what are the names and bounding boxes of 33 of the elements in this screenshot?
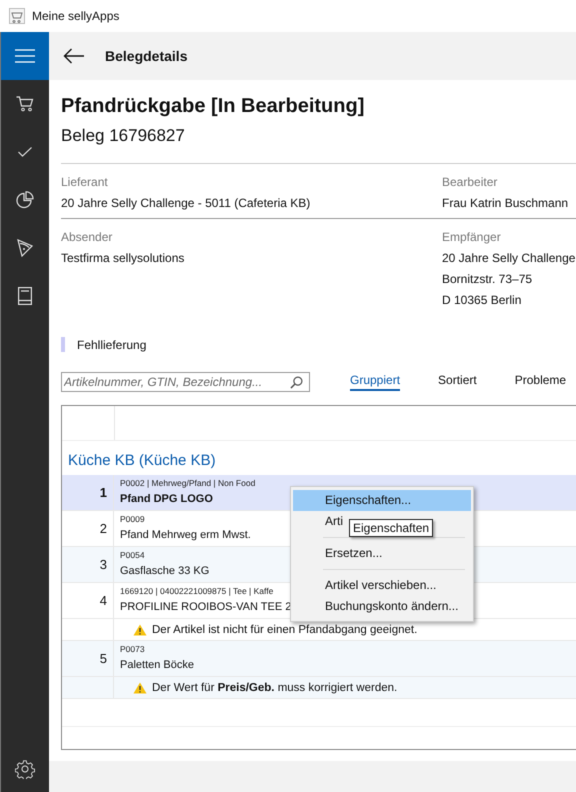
article-name: Paletten Böcke [120,658,194,673]
warning-text: Der Wert für Preis/Geb. muss korrigiert werden. [152,682,398,694]
field-label: Bearbeiter [442,174,498,190]
document-number: Beleg 16796827 [61,125,186,147]
row-number: 5 [62,641,114,676]
article-meta: 1669120 | 04002221009875 | Tee | Kaffe [120,585,274,598]
document-title: Pfandrückgabe [In Bearbeitung] [61,94,366,118]
field-label: Empfänger [442,229,502,245]
field-value: Bornitzstr. 73–75 [442,271,534,288]
tag-label: Fehllieferung [77,338,146,352]
row-number: 2 [62,511,114,546]
field-value: Frau Katrin Buschmann [442,195,570,212]
article-name: Pfand Mehrweg erm Mwst. [120,528,251,543]
article-meta: P0054 [120,549,146,562]
group-title: Küche KB (Küche KB) [67,451,217,471]
article-meta: P0073 [120,643,146,656]
warning-text: Der Artikel ist nicht für einen Pfandabgang geeignet. [152,624,418,636]
article-name: Gasflasche 33 KG [120,564,210,579]
page-title: Belegdetails [105,48,188,64]
field-value: 20 Jahre Selly Challenge - 5011 (Cafeteria KB) [61,195,312,212]
field-value: Testfirma sellysolutions [61,250,186,267]
row-number: 4 [62,583,114,618]
row-number: 1 [62,475,114,510]
window-title: Meine sellyApps [32,9,120,23]
field-value: D 10365 Berlin [442,292,522,309]
article-meta: P0009 [120,513,146,526]
article-meta: P0002 | Mehrweg/Pfand | Non Food [120,477,256,490]
field-label: Lieferant [61,174,109,190]
field-label: Absender [61,229,114,245]
article-name: Pfand DPG LOGO [120,492,214,507]
field-value: 20 Jahre Selly Challenge [442,250,576,267]
row-number: 3 [62,547,114,582]
tooltip: Eigenschaften [349,519,434,537]
